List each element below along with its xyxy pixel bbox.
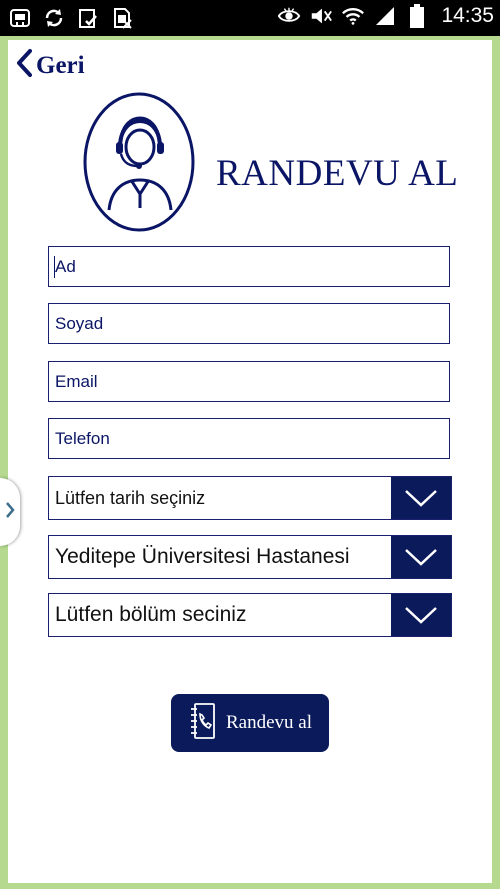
drawer-handle[interactable]	[0, 478, 20, 546]
chevron-right-icon	[5, 501, 15, 524]
email-input[interactable]	[49, 362, 449, 401]
page-title: RANDEVU AL	[216, 153, 459, 194]
clock: 14:35	[441, 4, 494, 27]
wifi-icon	[341, 4, 365, 28]
sync-icon	[42, 6, 66, 30]
first-name-field[interactable]	[48, 246, 450, 287]
chevron-left-icon	[14, 48, 34, 83]
make-appointment-label: Randevu al	[225, 712, 312, 733]
clipboard-check-icon	[76, 6, 100, 30]
back-label: Geri	[36, 51, 85, 79]
phone-input[interactable]	[49, 419, 449, 458]
battery-icon	[405, 4, 429, 28]
text-cursor	[54, 256, 55, 278]
hospital-select[interactable]: Yeditepe Üniversitesi Hastanesi	[48, 535, 452, 579]
appointment-screen: Geri RANDEVU AL Ad Soyad Email Telefon L…	[8, 40, 492, 883]
phone-field[interactable]	[48, 418, 450, 459]
signal-icon	[373, 4, 397, 28]
last-name-input[interactable]	[49, 304, 449, 343]
mute-icon	[309, 4, 333, 28]
chevron-down-icon[interactable]	[391, 594, 451, 636]
android-debug-icon	[8, 6, 32, 30]
call-center-agent-icon	[83, 92, 195, 237]
eye-icon	[277, 4, 301, 28]
back-button[interactable]: Geri	[14, 48, 85, 83]
phone-book-icon	[188, 702, 218, 745]
email-field[interactable]	[48, 361, 450, 402]
chevron-down-icon[interactable]	[391, 536, 451, 578]
date-select-label: Lütfen tarih seçiniz	[55, 487, 206, 508]
sim-off-icon	[110, 6, 134, 30]
hospital-select-label: Yeditepe Üniversitesi Hastanesi	[55, 545, 350, 568]
make-appointment-button[interactable]: Randevu al	[171, 694, 329, 752]
department-select[interactable]: Lütfen bölüm seciniz	[48, 593, 452, 637]
date-select[interactable]: Lütfen tarih seçiniz	[48, 476, 452, 520]
status-bar: 14:35	[0, 0, 500, 36]
chevron-down-icon[interactable]	[391, 477, 451, 519]
first-name-input[interactable]	[49, 247, 449, 286]
last-name-field[interactable]	[48, 303, 450, 344]
department-select-label: Lütfen bölüm seciniz	[55, 603, 247, 626]
